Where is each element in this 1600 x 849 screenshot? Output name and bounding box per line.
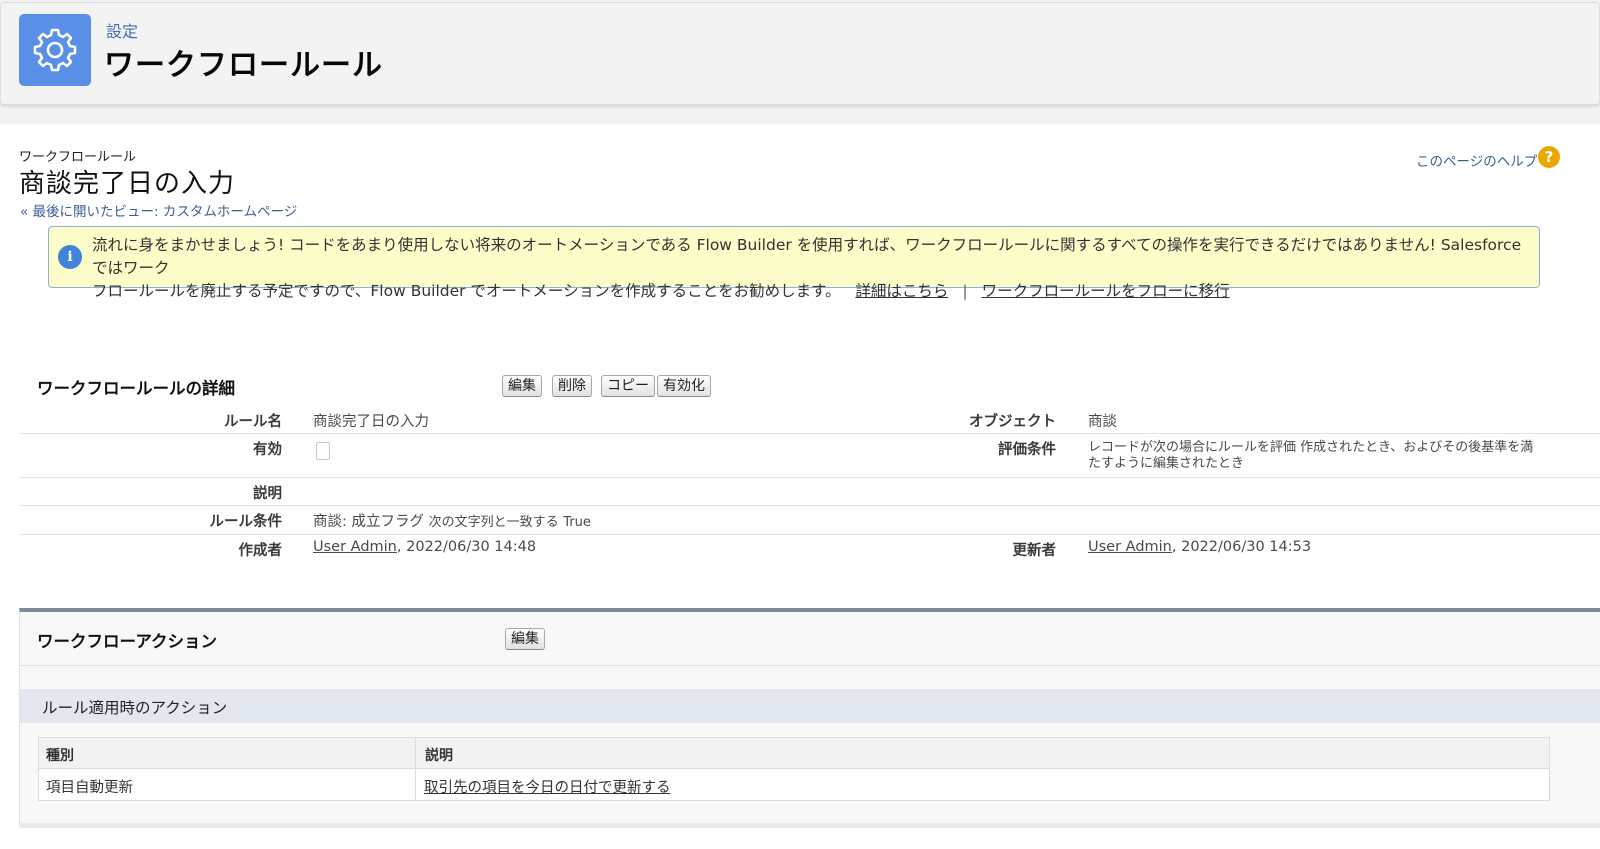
created-by-value: User Admin, 2022/06/30 14:48	[313, 539, 536, 555]
evaluation-value-line-1: レコードが次の場合にルールを評価 作成されたとき、およびその後基準を満	[1088, 440, 1534, 455]
immediate-actions-title: ルール適用時のアクション	[42, 699, 228, 717]
object-value: 商談	[1088, 414, 1117, 430]
edit-button[interactable]: 編集	[502, 375, 542, 397]
actions-table-header	[39, 738, 1549, 769]
detail-section-title: ワークフロールールの詳細	[37, 379, 235, 398]
row-divider	[19, 534, 1600, 535]
rule-criteria-value: 商談: 成立フラグ 次の文字列と一致する True	[313, 510, 591, 531]
evaluation-value: レコードが次の場合にルールを評価 作成されたとき、およびその後基準を満 たすよう…	[1088, 440, 1588, 472]
record-title: 商談完了日の入力	[19, 169, 236, 199]
modified-by-label: 更新者	[1012, 543, 1057, 559]
evaluation-label: 評価条件	[998, 442, 1056, 458]
object-label: オブジェクト	[969, 414, 1056, 430]
rule-name-label: ルール名	[224, 414, 282, 430]
modified-date: , 2022/06/30 14:53	[1171, 539, 1312, 555]
column-divider	[415, 738, 416, 800]
help-icon[interactable]: ?	[1538, 146, 1560, 168]
column-header-description: 説明	[425, 748, 453, 764]
modified-by-user-link[interactable]: User Admin	[1088, 539, 1172, 555]
criteria-field: 商談: 成立フラグ	[313, 514, 424, 530]
criteria-value: True	[563, 515, 591, 530]
delete-button[interactable]: 削除	[552, 375, 592, 397]
action-description-cell: 取引先の項目を今日の日付で更新する	[424, 776, 671, 797]
modified-by-value: User Admin, 2022/06/30 14:53	[1088, 539, 1311, 555]
created-date: , 2022/06/30 14:48	[396, 539, 537, 555]
banner-line-1: 流れに身をまかせましょう! コードをあまり使用しない将来のオートメーションである…	[92, 236, 1522, 277]
banner-line-2-text: フロールールを廃止する予定ですので、Flow Builder でオートメーション…	[92, 282, 841, 300]
banner-message: 流れに身をまかせましょう! コードをあまり使用しない将来のオートメーションである…	[92, 234, 1532, 303]
gear-icon	[19, 14, 91, 86]
actions-edit-button[interactable]: 編集	[505, 628, 545, 650]
evaluation-value-line-2: たすように編集されたとき	[1088, 456, 1245, 471]
help-link[interactable]: このページのヘルプ	[1416, 150, 1537, 170]
created-by-label: 作成者	[238, 543, 283, 559]
row-divider	[19, 505, 1600, 506]
last-view-link[interactable]: « 最後に開いたビュー: カスタムホームページ	[20, 200, 297, 220]
active-checkbox	[316, 442, 330, 460]
banner-line-2: フロールールを廃止する予定ですので、Flow Builder でオートメーション…	[92, 280, 1532, 303]
column-header-type: 種別	[46, 748, 74, 764]
migrate-to-flow-link[interactable]: ワークフロールールをフローに移行	[982, 282, 1230, 300]
info-icon: i	[58, 245, 82, 269]
activate-button[interactable]: 有効化	[657, 375, 711, 397]
section-bottom-border	[19, 823, 1600, 828]
page-title: ワークフロールール	[104, 48, 383, 83]
created-by-user-link[interactable]: User Admin	[313, 539, 397, 555]
copy-button[interactable]: コピー	[601, 375, 655, 397]
section-divider	[19, 665, 1600, 666]
row-divider	[19, 477, 1600, 478]
workflow-actions-title: ワークフローアクション	[37, 632, 218, 651]
banner-separator: |	[962, 282, 968, 300]
field-update-link[interactable]: 取引先の項目を今日の日付で更新する	[424, 780, 671, 796]
row-divider	[19, 433, 1600, 434]
rule-name-value: 商談完了日の入力	[313, 414, 429, 430]
action-type-cell: 項目自動更新	[46, 780, 133, 796]
immediate-actions-header	[20, 689, 1600, 723]
learn-more-link[interactable]: 詳細はこちら	[855, 282, 948, 300]
description-label: 説明	[253, 486, 282, 502]
criteria-operator: 次の文字列と一致する	[428, 515, 559, 530]
active-label: 有効	[253, 442, 282, 458]
breadcrumb[interactable]: 設定	[106, 18, 138, 42]
rule-criteria-label: ルール条件	[209, 514, 283, 530]
